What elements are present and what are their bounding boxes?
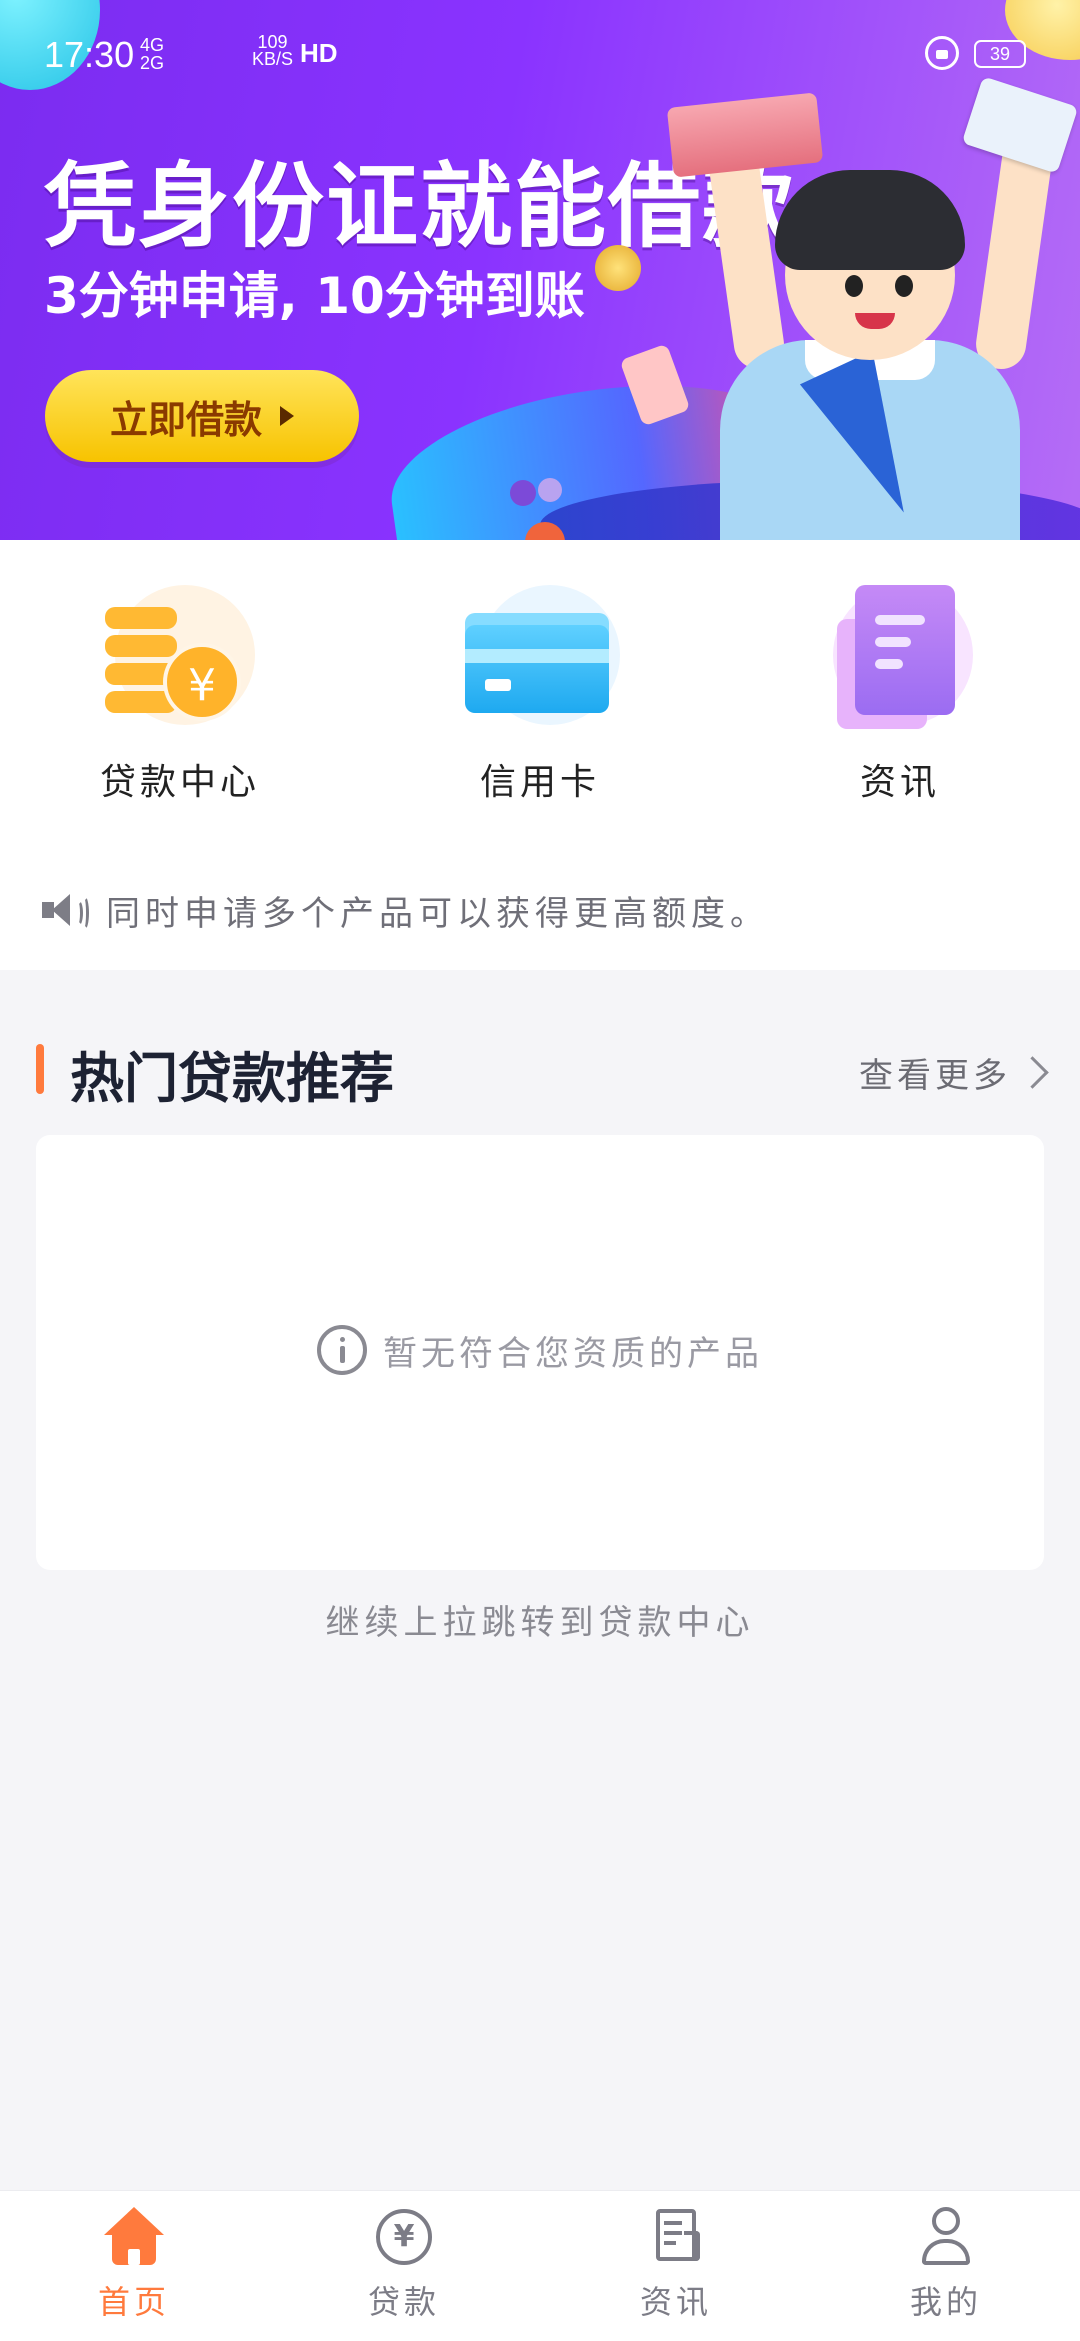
hot-loans-header: 热门贷款推荐 查看更多 [0, 1030, 1080, 1110]
tab-home[interactable]: 首页 [34, 2205, 234, 2323]
entry-loan-center[interactable]: ¥ 贷款中心 [50, 585, 310, 805]
view-more-label: 查看更多 [859, 1056, 1011, 1096]
tab-label: 我的 [909, 2283, 982, 2321]
network-type-2: 2G [140, 53, 165, 73]
entry-credit-card[interactable]: 信用卡 [410, 585, 670, 805]
news-icon [644, 2205, 708, 2269]
quick-entry-section: ¥ 贷款中心 信用卡 资讯 同时申请多个产品可以获得更高额度。 [0, 540, 1080, 970]
speaker-icon [42, 890, 89, 930]
signal-indicator: 4G 2G [140, 36, 164, 72]
decor-ball [538, 478, 562, 502]
person-eye [895, 275, 913, 297]
empty-state: 暂无符合您资质的产品 [36, 1325, 1044, 1375]
view-more-link[interactable]: 查看更多 [859, 1048, 1049, 1097]
chevron-right-icon [1016, 1056, 1049, 1089]
cash-stack-icon [666, 92, 824, 178]
borrow-now-label: 立即借款 [109, 397, 262, 442]
empty-state-text: 暂无符合您资质的产品 [383, 1333, 763, 1374]
document-icon [825, 585, 975, 735]
tab-mine[interactable]: 我的 [846, 2205, 1046, 2323]
hd-indicator: HD [300, 38, 338, 68]
coin-icon [595, 245, 641, 291]
entry-label: 资讯 [859, 762, 940, 803]
tab-news[interactable]: 资讯 [576, 2205, 776, 2323]
play-arrow-icon [280, 406, 294, 426]
tab-loan[interactable]: ¥ 贷款 [304, 2205, 504, 2323]
tab-label: 贷款 [367, 2283, 440, 2321]
pull-up-hint: 继续上拉跳转到贷款中心 [325, 1603, 755, 1643]
tab-label: 资讯 [639, 2283, 712, 2321]
network-type-1: 4G [140, 35, 165, 55]
tab-label: 首页 [97, 2283, 170, 2321]
entry-news[interactable]: 资讯 [770, 585, 1030, 805]
notice-bar: 同时申请多个产品可以获得更高额度。 [42, 885, 769, 935]
bottom-tab-bar: 首页 ¥ 贷款 资讯 我的 [0, 2190, 1080, 2341]
credit-card-icon [465, 585, 620, 735]
user-icon [914, 2205, 978, 2269]
borrow-now-button[interactable]: 立即借款 [45, 370, 359, 462]
coin-stack-icon: ¥ [105, 585, 255, 735]
person-hair [775, 170, 965, 270]
loan-list-card: 暂无符合您资质的产品 [36, 1135, 1044, 1570]
section-title: 热门贷款推荐 [70, 1047, 394, 1110]
entry-label: 贷款中心 [99, 762, 260, 803]
decor-ball [510, 480, 536, 506]
network-speed: 109 KB/S [252, 33, 294, 69]
id-card-icon [961, 76, 1079, 174]
notice-text: 同时申请多个产品可以获得更高额度。 [106, 893, 769, 934]
person-eye [845, 275, 863, 297]
status-time: 17:30 [44, 34, 135, 75]
info-icon [317, 1325, 367, 1375]
speed-unit: KB/S [252, 49, 294, 69]
entry-label: 信用卡 [479, 762, 600, 803]
promo-banner[interactable]: 17:30 4G 2G 109 KB/S HD 39 凭身份证就能借款 3分钟申… [0, 0, 1080, 540]
banner-subtitle: 3分钟申请, 10分钟到账 [44, 267, 585, 325]
banner-illustration [380, 60, 1080, 540]
yen-icon: ¥ [372, 2205, 436, 2269]
home-icon [102, 2205, 166, 2269]
section-accent-bar [36, 1044, 44, 1094]
